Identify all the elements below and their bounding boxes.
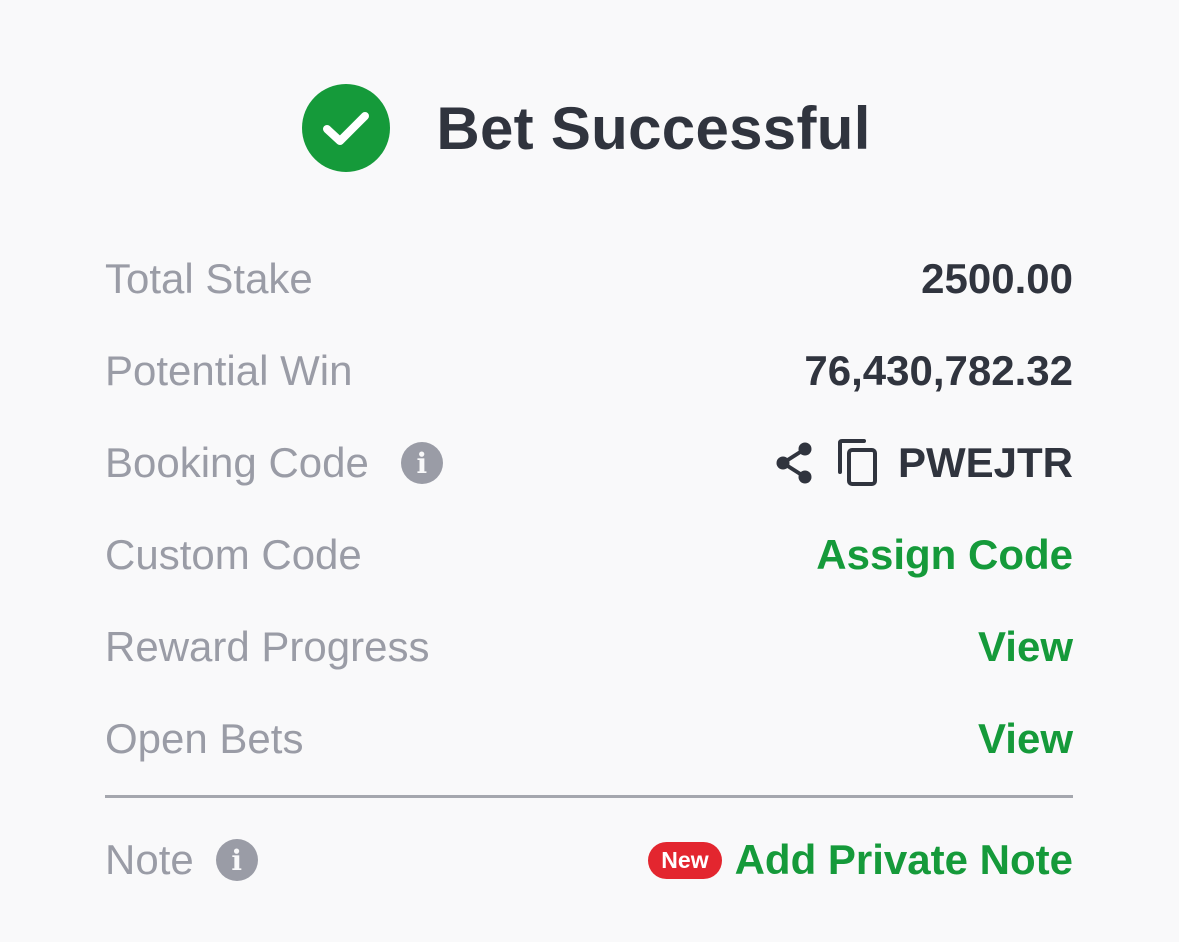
info-icon[interactable]: i [215,839,258,881]
add-private-note-link[interactable]: Add Private Note [735,836,1073,884]
note-row: Note i New Add Private Note [105,814,1073,906]
bet-details: Total Stake 2500.00 Potential Win 76,430… [105,233,1073,785]
note-label: Note [105,836,194,883]
divider [105,795,1073,798]
custom-code-row: Custom Code Assign Code [105,509,1073,601]
booking-code-value-group: PWEJTR [772,438,1073,488]
note-label-group: Note i [105,836,258,884]
total-stake-label: Total Stake [105,255,313,302]
page-title: Bet Successful [436,94,871,162]
share-icon[interactable] [772,440,816,486]
info-icon[interactable]: i [400,442,443,484]
potential-win-value: 76,430,782.32 [804,347,1073,394]
open-bets-label: Open Bets [105,715,304,762]
custom-code-label: Custom Code [105,531,362,578]
view-open-bets-link[interactable]: View [978,715,1073,763]
booking-code-label: Booking Code [105,439,369,486]
note-action-group: New Add Private Note [648,836,1073,884]
reward-progress-label: Reward Progress [105,623,430,670]
booking-code-label-group: Booking Code i [105,439,443,487]
total-stake-value: 2500.00 [921,255,1073,302]
header: Bet Successful [0,84,1179,172]
new-badge: New [648,841,722,879]
potential-win-row: Potential Win 76,430,782.32 [105,325,1073,417]
total-stake-row: Total Stake 2500.00 [105,233,1073,325]
view-reward-progress-link[interactable]: View [978,623,1073,671]
potential-win-label: Potential Win [105,347,353,394]
copy-icon[interactable] [836,438,880,488]
open-bets-row: Open Bets View [105,693,1073,785]
bet-success-card: Bet Successful Total Stake 2500.00 Poten… [0,0,1179,942]
booking-code-row: Booking Code i PWEJTR [105,417,1073,509]
booking-code-value[interactable]: PWEJTR [898,439,1073,487]
reward-progress-row: Reward Progress View [105,601,1073,693]
check-circle-icon [302,84,391,172]
assign-code-link[interactable]: Assign Code [816,531,1073,579]
